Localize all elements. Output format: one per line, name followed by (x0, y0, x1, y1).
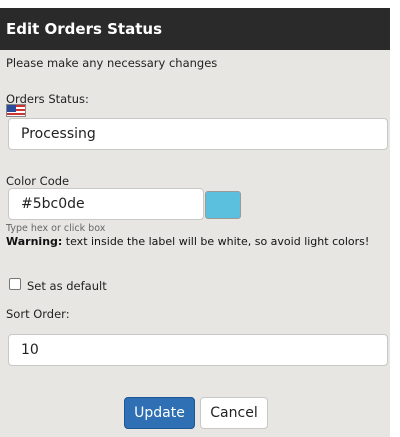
orders-status-input[interactable]: Processing (8, 118, 388, 150)
color-code-label: Color Code (6, 174, 70, 188)
update-button[interactable]: Update (124, 397, 195, 429)
set-default-checkbox[interactable] (9, 278, 21, 290)
dialog-title: Edit Orders Status (0, 8, 390, 50)
warning-body: text inside the label will be white, so … (62, 235, 370, 248)
sort-order-input[interactable]: 10 (8, 334, 388, 366)
set-default-label[interactable]: Set as default (27, 279, 107, 293)
warning-strong: Warning: (6, 235, 63, 248)
color-code-input[interactable]: #5bc0de (8, 188, 204, 220)
color-warning-text: Warning: text inside the label will be w… (6, 235, 369, 248)
cancel-button[interactable]: Cancel (200, 397, 268, 429)
edit-orders-status-dialog: Edit Orders Status Please make any neces… (0, 8, 390, 437)
us-flag-icon (6, 104, 26, 117)
sort-order-label: Sort Order: (6, 307, 70, 321)
intro-text: Please make any necessary changes (6, 56, 218, 70)
color-swatch-picker[interactable] (205, 191, 241, 219)
color-hint-text: Type hex or click box (6, 223, 106, 234)
